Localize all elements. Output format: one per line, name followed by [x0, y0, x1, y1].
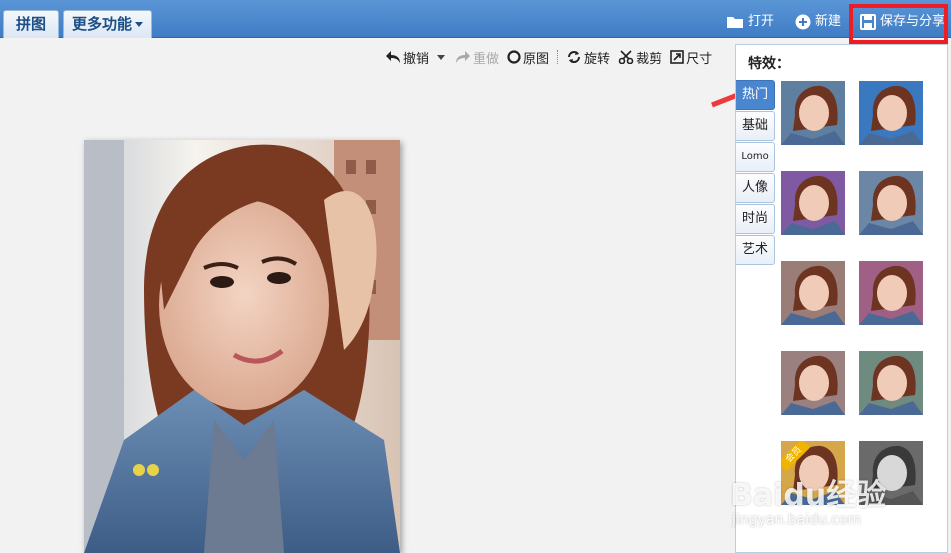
redo-label: 重做 [473, 51, 500, 67]
circle-icon [507, 50, 521, 64]
crop-label: 裁剪 [636, 51, 663, 67]
tab-collage[interactable]: 拼图 [3, 10, 59, 38]
effect-thumbnail[interactable] [781, 81, 845, 145]
open-label: 打开 [748, 14, 775, 29]
effects-title: 特效： [748, 56, 790, 72]
undo-button[interactable]: 撤销 [385, 48, 429, 67]
effect-thumbnail[interactable] [859, 351, 923, 415]
crop-button[interactable]: 裁剪 [618, 48, 662, 67]
open-button[interactable]: 打开 [726, 12, 774, 32]
category-tab-art[interactable]: 艺术 [736, 235, 775, 265]
redo-button[interactable]: 重做 [455, 48, 499, 67]
folder-icon [727, 17, 743, 28]
effect-thumbnail[interactable] [781, 351, 845, 415]
effect-thumbnail[interactable] [781, 171, 845, 235]
category-tab-fashion[interactable]: 时尚 [736, 204, 775, 234]
photo-image [84, 140, 400, 553]
category-tab-hot[interactable]: 热门 [736, 80, 775, 110]
tab-collage-label: 拼图 [15, 15, 46, 33]
category-tab-lomo[interactable]: Lomo [736, 142, 775, 172]
tab-more-functions-label: 更多功能 [71, 15, 132, 33]
chevron-down-icon [437, 54, 446, 60]
tab-more-functions[interactable]: 更多功能 [63, 10, 152, 38]
watermark-brand: Baidu经验 [730, 478, 887, 513]
toolbar-separator [557, 50, 559, 64]
effect-thumbnail[interactable] [859, 171, 923, 235]
original-button[interactable]: 原图 [507, 48, 549, 67]
edited-photo[interactable] [84, 140, 400, 553]
scissors-icon [618, 50, 634, 64]
edit-toolbar: 撤销 重做 原图 旋转 裁剪 尺寸 [385, 47, 720, 67]
rotate-label: 旋转 [584, 51, 611, 67]
redo-icon [456, 51, 471, 63]
original-label: 原图 [523, 51, 550, 67]
highlight-box [849, 4, 948, 44]
undo-icon [386, 51, 400, 63]
watermark-url: jingyan.baidu.com [732, 512, 862, 528]
resize-icon [670, 50, 684, 64]
size-button[interactable]: 尺寸 [670, 48, 712, 67]
new-label: 新建 [815, 14, 842, 29]
top-bar: 拼图 更多功能 打开 新建 保存与分享 [0, 0, 951, 38]
category-tab-basic[interactable]: 基础 [736, 111, 775, 141]
new-button[interactable]: 新建 [795, 12, 841, 32]
plus-circle-icon [795, 14, 811, 30]
undo-label: 撤销 [403, 51, 430, 67]
rotate-button[interactable]: 旋转 [566, 48, 610, 67]
effect-thumbnail[interactable] [781, 261, 845, 325]
category-tab-portrait[interactable]: 人像 [736, 173, 775, 203]
size-label: 尺寸 [686, 51, 713, 67]
effect-thumbnail[interactable] [859, 261, 923, 325]
chevron-down-icon [135, 22, 143, 27]
effect-thumbnail[interactable] [859, 81, 923, 145]
rotate-icon [568, 51, 581, 63]
undo-history-dropdown[interactable] [437, 54, 446, 60]
